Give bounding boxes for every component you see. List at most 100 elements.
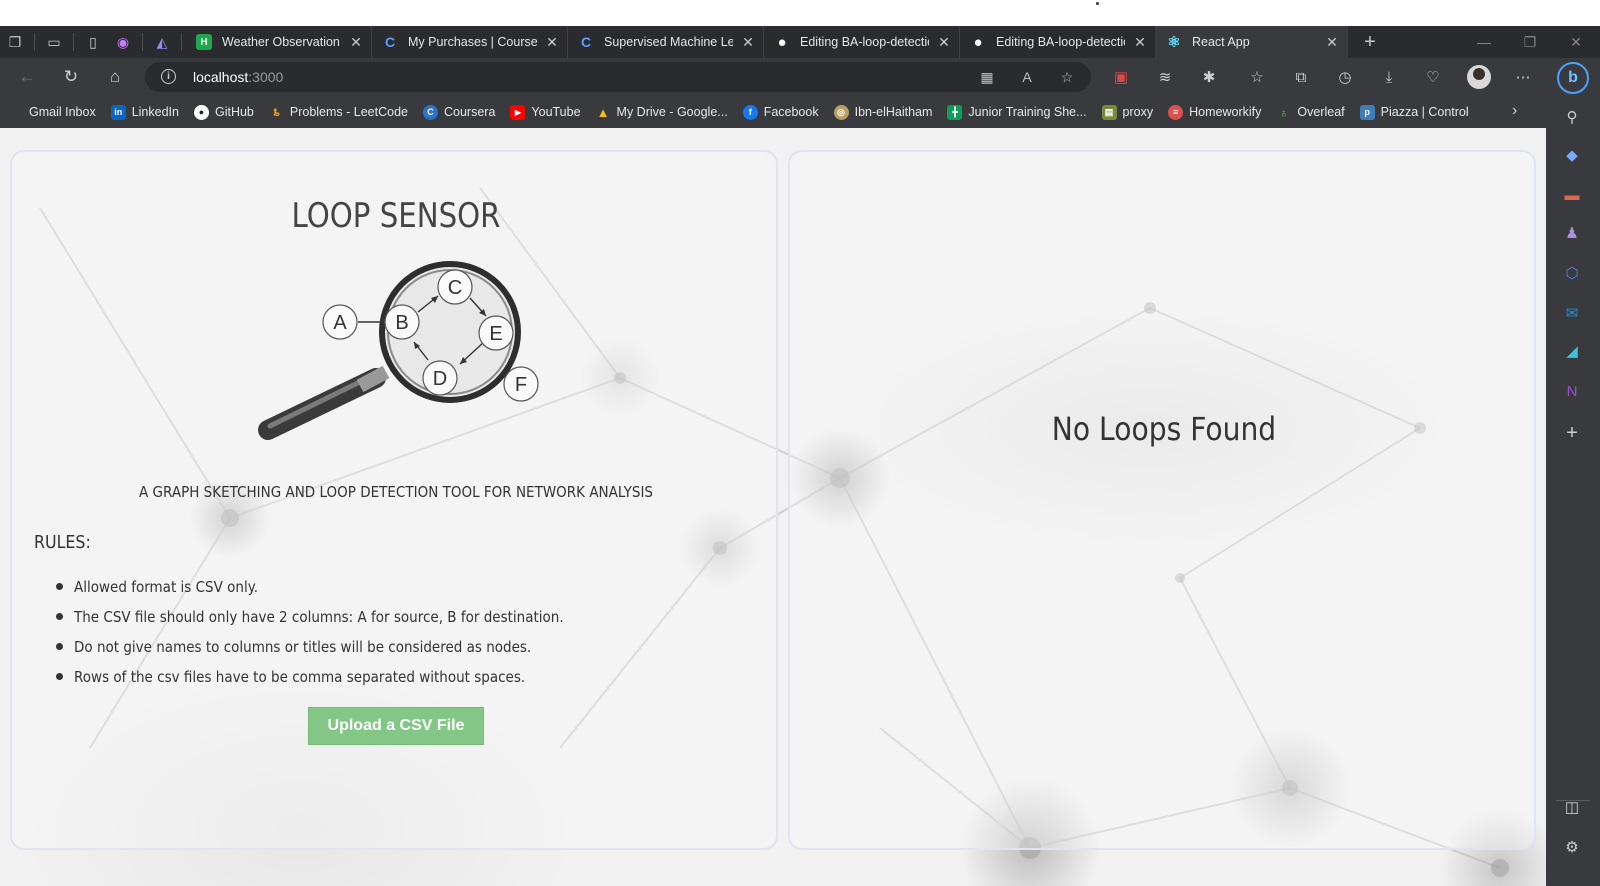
profile-avatar[interactable]: [1467, 65, 1491, 89]
bookmark-label: Junior Training She...: [968, 105, 1087, 119]
bookmark-github[interactable]: ● GitHub: [193, 104, 254, 120]
extension-wind-icon[interactable]: ≋: [1154, 66, 1176, 88]
more-menu-icon[interactable]: ⋯: [1512, 66, 1534, 88]
url-host: localhost: [193, 69, 249, 85]
tab-editing-ba-loop-1[interactable]: ● Editing BA-loop-detectio ✕: [764, 26, 960, 58]
overleaf-icon: ♁: [1279, 104, 1289, 120]
github-icon: ●: [777, 33, 787, 51]
bookmark-ibn-elhaitham[interactable]: ◎ Ibn-elHaitham: [833, 104, 932, 120]
tab-supervised-ml[interactable]: C Supervised Machine Lear ✕: [568, 26, 764, 58]
page-title: LOOP SENSOR: [291, 196, 501, 236]
rule-text: Rows of the csv files have to be comma s…: [74, 668, 526, 686]
outlook-icon[interactable]: ✉: [1559, 300, 1585, 326]
bookmark-google-drive[interactable]: ▲ My Drive - Google...: [596, 105, 728, 120]
home-button[interactable]: ⌂: [102, 65, 128, 89]
graph-node-d: D: [422, 360, 458, 396]
bookmark-piazza[interactable]: p Piazza | Control: [1359, 104, 1469, 120]
new-tab-button[interactable]: +: [1354, 26, 1386, 58]
bookmark-leetcode[interactable]: ȶ Problems - LeetCode: [269, 105, 408, 120]
downloads-icon[interactable]: ⤓: [1378, 66, 1400, 88]
results-panel: No Loops Found: [788, 150, 1536, 850]
reload-button[interactable]: ↻: [58, 65, 84, 89]
homeworkify-icon: ≡: [1168, 104, 1184, 120]
bookmark-homeworkify[interactable]: ≡ Homeworkify: [1168, 104, 1261, 120]
restore-button[interactable]: ❐: [1507, 26, 1553, 58]
window-close-button[interactable]: ✕: [1553, 26, 1599, 58]
tab-title: Editing BA-loop-detectio: [800, 35, 929, 49]
github-icon: ●: [973, 33, 983, 51]
search-icon[interactable]: ⚲: [1559, 104, 1585, 130]
hackerrank-icon: H: [196, 34, 212, 50]
upload-csv-button[interactable]: Upload a CSV File: [308, 707, 484, 745]
bookmark-label: Facebook: [763, 105, 819, 119]
proxy-icon: ▤: [1101, 104, 1117, 120]
leetcode-icon: ȶ: [273, 105, 280, 119]
tab-weather-observation[interactable]: H Weather Observation Sta ✕: [186, 26, 372, 58]
games-icon[interactable]: ♟: [1559, 220, 1585, 246]
site-info-icon[interactable]: i: [161, 69, 176, 84]
shopping-tag-icon[interactable]: ◆: [1559, 142, 1585, 168]
tools-briefcase-icon[interactable]: ▬: [1559, 182, 1585, 208]
bookmark-facebook[interactable]: f Facebook: [742, 104, 819, 120]
close-icon[interactable]: ✕: [937, 34, 951, 51]
chevron-right-icon[interactable]: ›: [1512, 102, 1517, 120]
microsoft-365-icon[interactable]: ⬡: [1559, 260, 1585, 286]
add-sidebar-app-icon[interactable]: +: [1559, 420, 1585, 446]
tab-react-app[interactable]: ⚛ React App ✕: [1156, 26, 1348, 58]
graph-node-a: A: [322, 304, 358, 340]
graph-node-b: B: [384, 304, 420, 340]
onenote-icon[interactable]: N: [1559, 378, 1585, 404]
extension-red-icon[interactable]: ▣: [1110, 66, 1132, 88]
favorites-icon[interactable]: ☆: [1246, 66, 1268, 88]
close-icon[interactable]: ✕: [545, 34, 559, 51]
bookmark-overleaf[interactable]: ♁ Overleaf: [1276, 104, 1345, 120]
extensions-icon[interactable]: ✱: [1198, 66, 1220, 88]
pinned-tab-page-icon[interactable]: ▯: [78, 26, 108, 58]
close-icon[interactable]: ✕: [1133, 34, 1147, 51]
bookmark-coursera[interactable]: C Coursera: [423, 104, 495, 120]
tab-bar: ❐ ▭ ▯ ◉ ◭ H Weather Observation Sta ✕ C …: [0, 26, 1600, 58]
settings-gear-icon[interactable]: ⚙: [1559, 834, 1585, 860]
address-bar-row: ← ↻ ⌂ i localhost:3000 ▦ A ☆ ▣ ≋ ✱ ☆ ⧉ ◷…: [0, 58, 1600, 96]
react-icon: ⚛: [1167, 34, 1181, 51]
address-field[interactable]: i localhost:3000 ▦ A ☆: [145, 62, 1091, 92]
close-icon[interactable]: ✕: [1325, 34, 1339, 51]
tab-my-purchases[interactable]: C My Purchases | Coursera ✕: [372, 26, 568, 58]
close-icon[interactable]: ✕: [741, 34, 755, 51]
rule-item: The CSV file should only have 2 columns:…: [56, 607, 618, 637]
tab-title: Weather Observation Sta: [222, 35, 341, 49]
tab-bar-separator: [142, 33, 143, 51]
hide-sidebar-icon[interactable]: ◫: [1559, 794, 1585, 820]
bookmark-linkedin[interactable]: in LinkedIn: [110, 104, 179, 120]
back-button[interactable]: ←: [14, 65, 40, 89]
pinned-tab-chat-icon[interactable]: ◉: [108, 26, 138, 58]
app-available-icon[interactable]: ▦: [977, 67, 997, 87]
bookmark-proxy[interactable]: ▤ proxy: [1101, 104, 1153, 120]
bookmark-label: LinkedIn: [131, 105, 179, 119]
close-icon[interactable]: ✕: [349, 34, 363, 51]
rules-list: Allowed format is CSV only. The CSV file…: [56, 577, 618, 697]
history-icon[interactable]: ◷: [1334, 66, 1356, 88]
coursera-icon: C: [384, 34, 396, 50]
tab-bar-separator: [34, 33, 35, 51]
favorite-star-icon[interactable]: ☆: [1057, 67, 1077, 87]
bookmark-label: Piazza | Control: [1380, 105, 1469, 119]
read-aloud-icon[interactable]: A: [1017, 67, 1037, 87]
browser-essentials-icon[interactable]: ♡: [1422, 66, 1444, 88]
tab-actions-icon[interactable]: ▭: [39, 26, 69, 58]
app-subtitle: A GRAPH SKETCHING AND LOOP DETECTION TOO…: [139, 483, 653, 501]
minimize-button[interactable]: —: [1461, 26, 1507, 58]
url-text[interactable]: localhost:3000: [193, 69, 283, 85]
bookmark-gmail[interactable]: Gmail Inbox: [8, 105, 96, 120]
workspaces-icon[interactable]: ❐: [0, 26, 30, 58]
tab-editing-ba-loop-2[interactable]: ● Editing BA-loop-detectio ✕: [960, 26, 1156, 58]
bookmark-youtube[interactable]: ▶ YouTube: [510, 104, 581, 120]
coursera-icon: C: [423, 104, 438, 120]
drop-send-icon[interactable]: ◢: [1559, 338, 1585, 364]
graph-node-c: C: [437, 269, 473, 305]
pinned-tab-app-icon[interactable]: ◭: [147, 26, 177, 58]
collections-icon[interactable]: ⧉: [1290, 66, 1312, 88]
graph-node-f: F: [503, 366, 539, 402]
bing-copilot-icon[interactable]: b: [1557, 62, 1589, 94]
bookmark-junior-training[interactable]: ╋ Junior Training She...: [947, 104, 1087, 120]
